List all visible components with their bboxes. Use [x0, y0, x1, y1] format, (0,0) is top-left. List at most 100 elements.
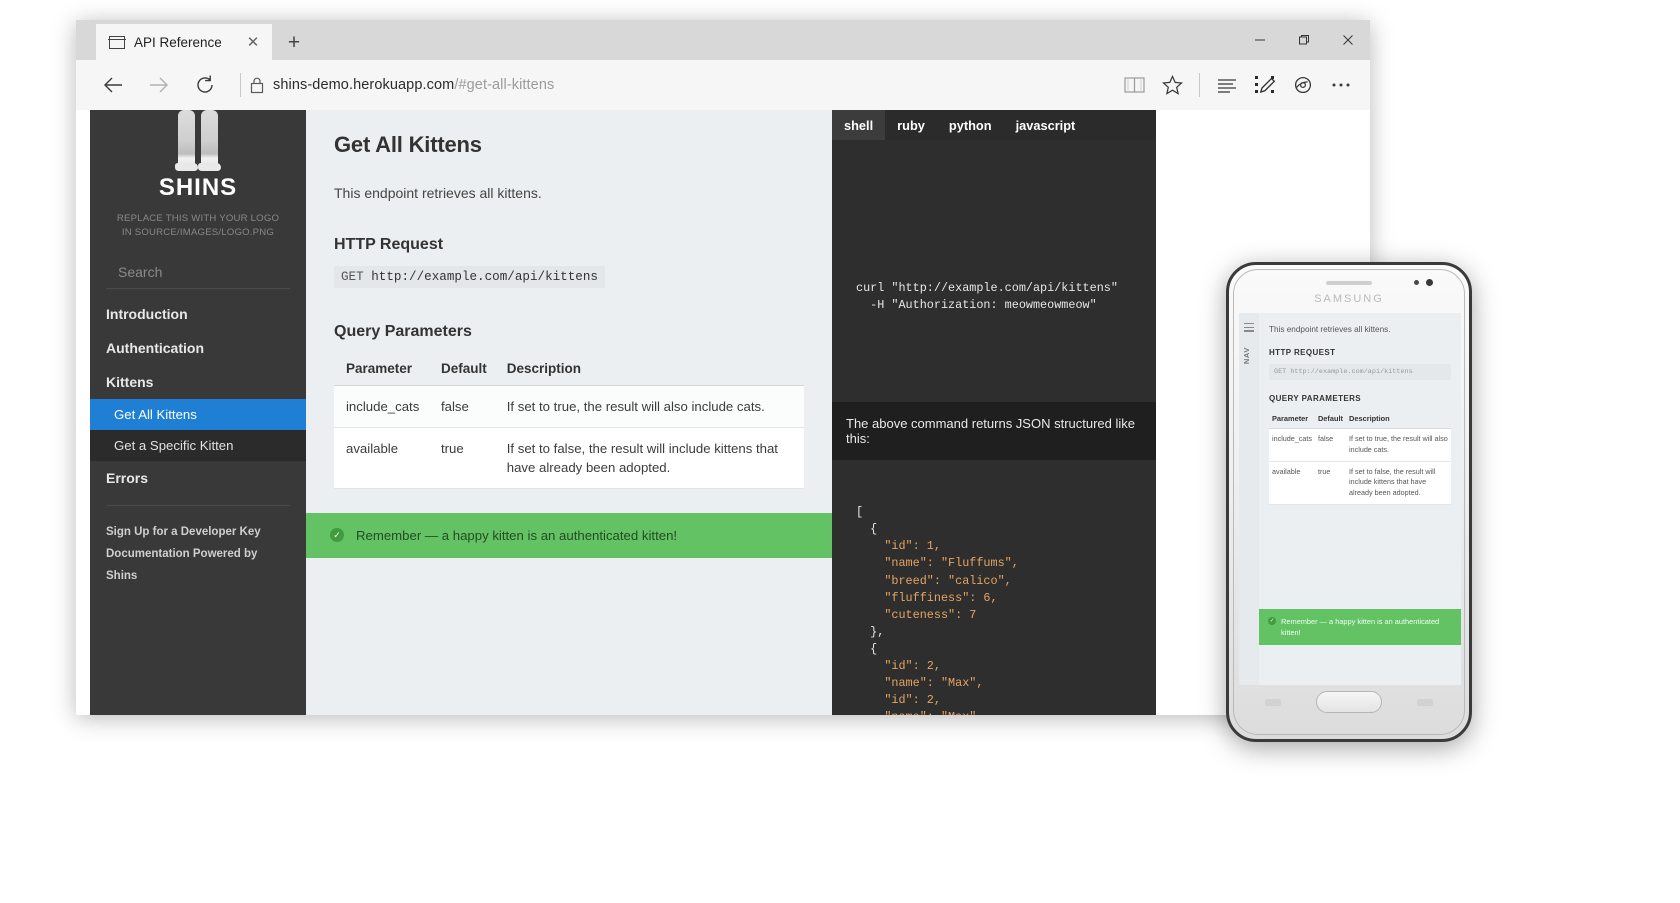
- share-icon[interactable]: [1284, 65, 1322, 105]
- sidebar-item-introduction[interactable]: Introduction: [90, 297, 306, 331]
- cell-description: If set to false, the result will include…: [1346, 461, 1451, 504]
- json-line: "name": "Fluffums",: [856, 556, 1019, 570]
- star-icon[interactable]: [1153, 65, 1191, 105]
- json-line: "breed": "calico",: [856, 574, 1012, 588]
- divider: [1199, 73, 1200, 97]
- more-icon[interactable]: [1322, 65, 1360, 105]
- url-text: shins-demo.herokuapp.com/#get-all-kitten…: [273, 77, 554, 93]
- tab-shell[interactable]: shell: [832, 110, 885, 140]
- url-path: /#get-all-kittens: [454, 77, 554, 93]
- tab-title: API Reference: [134, 35, 242, 50]
- table-row: available true If set to false, the resu…: [1269, 461, 1451, 504]
- check-icon: ✓: [330, 528, 344, 542]
- phone-mockup: SAMSUNG NAV This endpoint retrieves all …: [1226, 262, 1472, 742]
- minimize-icon[interactable]: [1238, 20, 1282, 60]
- hamburger-icon[interactable]: [1244, 323, 1254, 334]
- json-line: "name": "Max",: [856, 710, 983, 715]
- code-panel: shell ruby python javascript curl "http:…: [832, 110, 1156, 715]
- json-line: "name": "Max",: [856, 676, 983, 690]
- restore-icon[interactable]: [1282, 20, 1326, 60]
- new-tab-button[interactable]: +: [282, 30, 306, 54]
- phone-home-button[interactable]: [1316, 691, 1382, 713]
- sidebar-footer-link-powered-by[interactable]: Documentation Powered by Shins: [106, 544, 290, 588]
- phone-intro: This endpoint retrieves all kittens.: [1269, 325, 1451, 334]
- sidebar-footer: Sign Up for a Developer Key Documentatio…: [90, 506, 306, 588]
- sidebar-item-errors[interactable]: Errors: [90, 461, 306, 495]
- cell-parameter: include_cats: [334, 386, 429, 428]
- column-header-parameter: Parameter: [334, 355, 429, 386]
- phone-query-parameters-table: Parameter Default Description include_ca…: [1269, 411, 1451, 505]
- cell-default: true: [429, 428, 495, 489]
- browser-navbar: shins-demo.herokuapp.com/#get-all-kitten…: [76, 60, 1370, 110]
- tab-python[interactable]: python: [937, 110, 1004, 140]
- refresh-icon[interactable]: [182, 62, 228, 108]
- lock-icon: [241, 76, 273, 94]
- phone-back-key[interactable]: [1417, 699, 1433, 706]
- phone-http-request-heading: HTTP REQUEST: [1269, 348, 1451, 357]
- hub-icon[interactable]: [1208, 65, 1246, 105]
- close-icon[interactable]: [1326, 20, 1370, 60]
- http-verb: GET: [341, 270, 364, 284]
- table-header-row: Parameter Default Description: [1269, 411, 1451, 429]
- browser-tab[interactable]: API Reference ✕: [96, 24, 272, 60]
- check-icon: ✓: [1268, 617, 1276, 625]
- intro-paragraph: This endpoint retrieves all kittens.: [334, 185, 804, 201]
- json-line: },: [856, 625, 884, 639]
- sidebar-item-authentication[interactable]: Authentication: [90, 331, 306, 365]
- json-line: "id": 2,: [856, 659, 941, 673]
- phone-screen: NAV This endpoint retrieves all kittens.…: [1239, 313, 1461, 685]
- json-line: [: [856, 505, 863, 519]
- table-row: available true If set to false, the resu…: [334, 428, 804, 489]
- url-domain: shins-demo.herokuapp.com: [273, 77, 454, 93]
- json-line: {: [856, 642, 877, 656]
- page-icon: [109, 36, 125, 49]
- json-line: "fluffiness": 6,: [856, 591, 998, 605]
- table-row: include_cats false If set to true, the r…: [334, 386, 804, 428]
- phone-nav-label: NAV: [1242, 347, 1251, 364]
- screenshot-root: API Reference ✕ +: [0, 0, 1680, 903]
- query-parameters-table: Parameter Default Description include_ca…: [334, 355, 804, 489]
- phone-top-bar: SAMSUNG: [1229, 275, 1469, 313]
- column-header-description: Description: [495, 355, 804, 386]
- sidebar-item-get-all-kittens[interactable]: Get All Kittens: [90, 399, 306, 430]
- http-url: http://example.com/api/kittens: [371, 270, 598, 284]
- cell-parameter: available: [1269, 461, 1315, 504]
- phone-nav-rail[interactable]: NAV: [1239, 313, 1259, 685]
- browser-toolbar: [1115, 62, 1370, 108]
- phone-bottom-bar: [1229, 681, 1469, 733]
- address-bar[interactable]: shins-demo.herokuapp.com/#get-all-kitten…: [228, 62, 1115, 108]
- phone-recent-key[interactable]: [1265, 699, 1281, 706]
- phone-content: This endpoint retrieves all kittens. HTT…: [1259, 313, 1461, 505]
- cell-parameter: available: [334, 428, 429, 489]
- sidebar-nav: Introduction Authentication Kittens Get …: [90, 297, 306, 495]
- browser-titlebar: API Reference ✕ +: [76, 20, 1370, 60]
- tab-ruby[interactable]: ruby: [885, 110, 937, 140]
- search-input[interactable]: [106, 258, 290, 289]
- column-header-default: Default: [1315, 411, 1346, 429]
- page-title: Get All Kittens: [334, 132, 804, 158]
- web-note-icon[interactable]: [1246, 65, 1284, 105]
- tab-javascript[interactable]: javascript: [1004, 110, 1088, 140]
- book-icon[interactable]: [1115, 65, 1153, 105]
- phone-notice-text: Remember — a happy kitten is an authenti…: [1281, 617, 1439, 637]
- cell-description: If set to false, the result will include…: [495, 428, 804, 489]
- sidebar-item-get-a-specific-kitten[interactable]: Get a Specific Kitten: [90, 430, 306, 461]
- sidebar-footer-link-developer-key[interactable]: Sign Up for a Developer Key: [106, 522, 290, 544]
- docs-sidebar: SHINS REPLACE THIS WITH YOUR LOGO IN SOU…: [90, 110, 306, 715]
- forward-arrow-icon[interactable]: [136, 62, 182, 108]
- json-line: "id": 1,: [856, 539, 941, 553]
- logo-note-line2: IN SOURCE/IMAGES/LOGO.PNG: [122, 227, 274, 238]
- phone-query-parameters-heading: QUERY PARAMETERS: [1269, 394, 1451, 403]
- language-tabs: shell ruby python javascript: [832, 110, 1156, 140]
- logo-note-line1: REPLACE THIS WITH YOUR LOGO: [117, 213, 279, 224]
- back-arrow-icon[interactable]: [90, 62, 136, 108]
- sidebar-item-kittens[interactable]: Kittens: [90, 365, 306, 399]
- close-icon[interactable]: ✕: [242, 31, 264, 53]
- phone-camera: [1426, 279, 1433, 286]
- phone-notice-banner: ✓ Remember — a happy kitten is an authen…: [1259, 609, 1461, 645]
- json-response-overlap: "id": 2, "name": "Max",: [832, 692, 983, 715]
- http-request-code: GET http://example.com/api/kittens: [334, 266, 605, 288]
- curl-line-2: -H "Authorization: meowmeowmeow": [856, 298, 1097, 312]
- curl-command: curl "http://example.com/api/kittens" -H…: [832, 140, 1156, 314]
- docs-main-inner: Get All Kittens This endpoint retrieves …: [306, 110, 832, 489]
